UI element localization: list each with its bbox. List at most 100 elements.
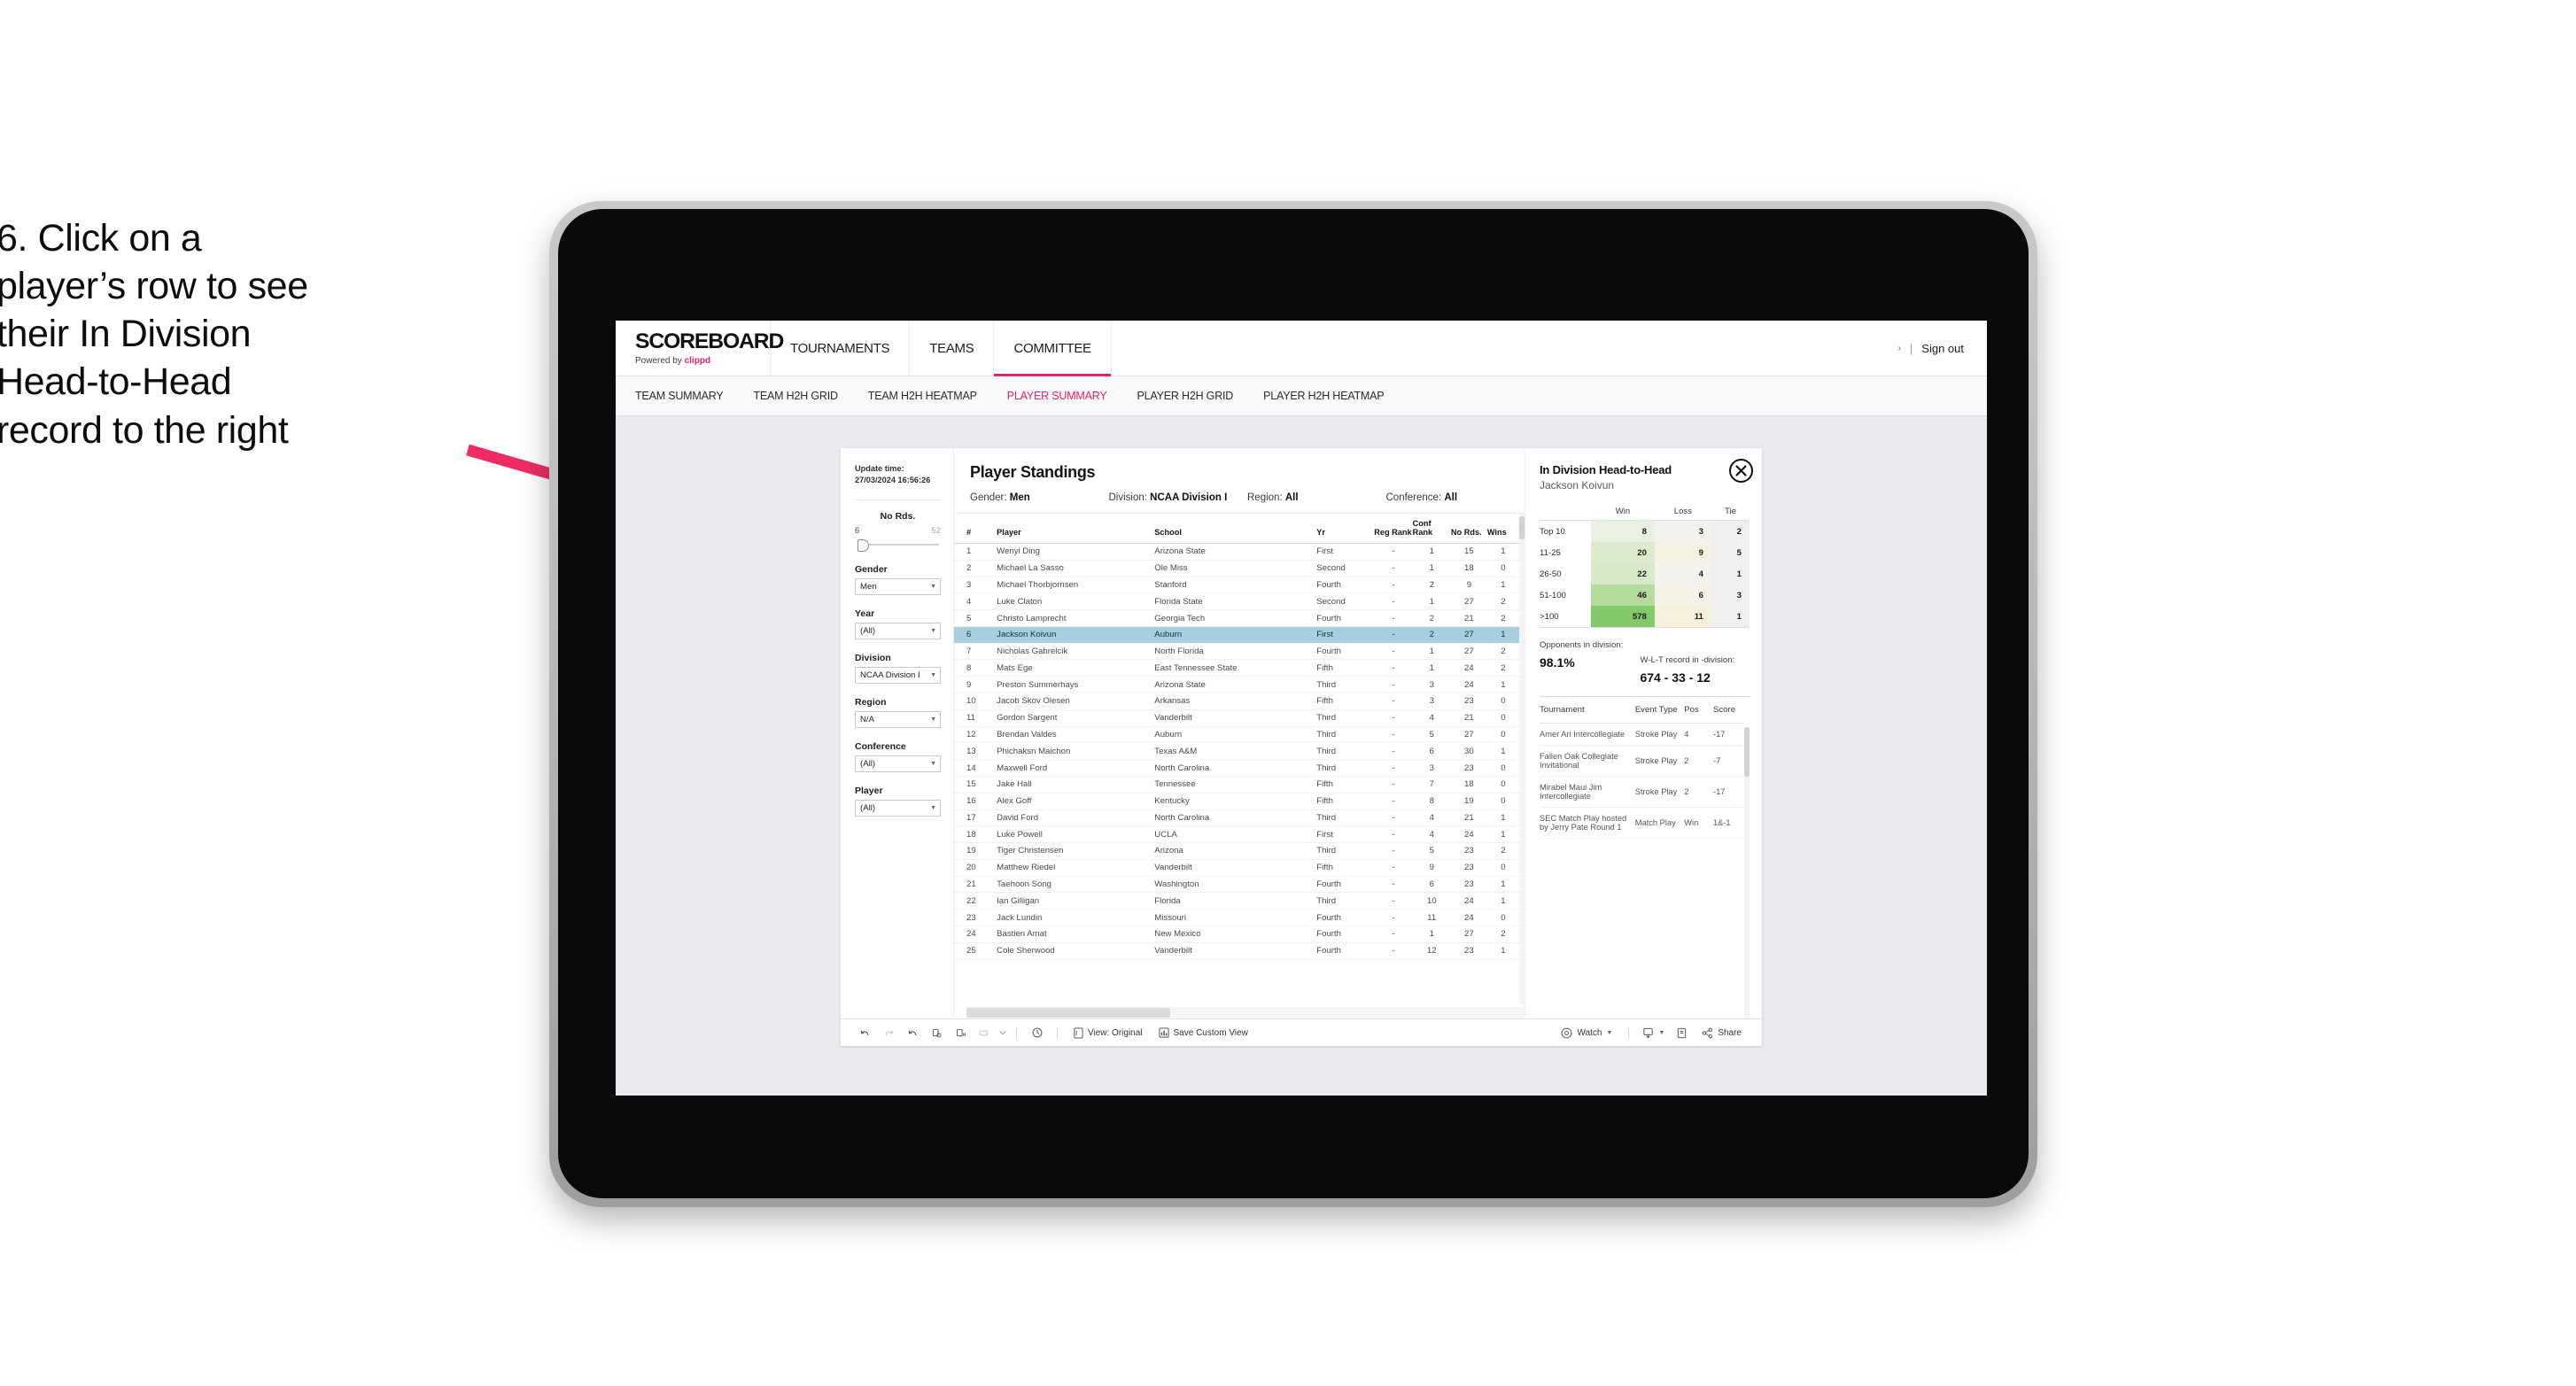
table-row[interactable]: 6 Jackson Koivun Auburn First -2 27 1 [954,626,1519,644]
no-rounds-label: No Rds. [880,510,916,522]
filter-player-select[interactable]: (All) ▼ [855,799,941,817]
save-custom-view-button[interactable]: Save Custom View [1151,1026,1256,1039]
table-row[interactable]: 9 Preston Summerhays Arizona State Third -3 2… [954,676,1519,694]
table-row[interactable]: 2 Michael La Sasso Ole Miss Second -1 18 0 [954,560,1519,577]
col-event-type: Event Type [1634,697,1685,724]
revert-icon[interactable] [901,1027,925,1039]
tab-player-h2h-heatmap[interactable]: PLAYER H2H HEATMAP [1263,390,1384,402]
share-button[interactable]: Share [1694,1027,1750,1039]
tournament-row[interactable]: SEC Match Play hosted by Jerry Pate Roun… [1540,807,1744,839]
pause-auto-update-icon[interactable] [949,1027,973,1039]
h2h-win-cell: 8 [1591,520,1655,542]
tournament-row[interactable]: Fallen Oak Collegiate Invitational Stroke… [1540,745,1744,777]
col-reg-rank[interactable]: Reg Rank [1374,514,1413,544]
school-cell: Kentucky [1154,793,1317,810]
table-row[interactable]: 3 Michael Thorbjornsen Stanford Fourth -2 9 1 [954,577,1519,594]
sign-out-button[interactable]: Sign out [1921,342,1964,355]
tab-team-summary[interactable]: TEAM SUMMARY [635,390,724,402]
scrollbar-thumb[interactable] [1744,727,1750,777]
toolbar-divider [1057,1026,1058,1039]
slider-handle[interactable] [857,538,869,552]
tab-player-summary[interactable]: PLAYER SUMMARY [1007,390,1107,402]
reg-rank-cell: - [1374,643,1413,661]
table-row[interactable]: 15 Jake Hall Tennessee Fifth -7 18 0 [954,776,1519,794]
pan-tool-icon[interactable] [973,1027,997,1039]
tournament-row[interactable]: Mirabel Maui Jim Intercollegiate Stroke P… [1540,776,1744,808]
col-rank[interactable]: # [954,514,997,544]
wins-cell: 2 [1486,842,1519,860]
close-icon[interactable] [1729,459,1753,483]
fullscreen-icon[interactable] [1670,1027,1694,1039]
table-row[interactable]: 23 Jack Lundin Missouri Fourth -11 24 0 [954,909,1519,926]
download-button[interactable]: ▼ [1637,1027,1670,1039]
table-row[interactable]: 21 Taehoon Song Washington Fourth -6 23 1 [954,876,1519,894]
undo-icon[interactable] [853,1027,877,1039]
no-rounds-cell: 18 [1450,560,1487,577]
col-no-rounds[interactable]: No Rds. [1450,514,1487,544]
tab-team-h2h-heatmap[interactable]: TEAM H2H HEATMAP [868,390,977,402]
table-row[interactable]: 5 Christo Lamprecht Georgia Tech Fourth -2 21… [954,609,1519,627]
table-row[interactable]: 1 Wenyi Ding Arizona State First -1 15 1 [954,543,1519,561]
table-row[interactable]: 24 Bastien Amat New Mexico Fourth -1 27 2 [954,925,1519,943]
player-cell: Wenyi Ding [997,543,1155,561]
filter-division-select[interactable]: NCAA Division I ▼ [855,666,941,684]
watch-button[interactable]: Watch ▼ [1553,1027,1620,1039]
conf-rank-cell: 2 [1412,626,1451,644]
table-row[interactable]: 4 Luke Claton Florida State Second -1 27 2 [954,592,1519,611]
tournament-scroll-area[interactable]: Tournament Event Type Pos Score Amer Ari… [1540,697,1744,1018]
refresh-icon[interactable] [925,1027,949,1039]
standings-scroll-area[interactable]: # Player School Yr Reg Rank Conf Rank No… [954,514,1519,1004]
table-row[interactable]: 17 David Ford North Carolina Third -4 21 1 [954,809,1519,827]
tab-player-h2h-grid[interactable]: PLAYER H2H GRID [1137,390,1234,402]
nav-tournaments[interactable]: TOURNAMENTS [771,321,911,376]
nav-committee[interactable]: COMMITTEE [994,321,1112,376]
h2h-bucket-label: 51-100 [1540,590,1566,600]
filter-gender-select[interactable]: Men ▼ [855,577,941,595]
wins-cell: 0 [1486,693,1519,710]
tab-team-h2h-grid[interactable]: TEAM H2H GRID [753,390,838,402]
history-icon[interactable] [1025,1026,1049,1039]
table-row[interactable]: 19 Tiger Christensen Arizona Third -5 23 2 [954,842,1519,860]
filter-region-select[interactable]: N/A ▼ [855,710,941,728]
tournament-scrollbar[interactable] [1744,727,1750,1018]
col-player[interactable]: Player [997,514,1155,544]
view-original-button[interactable]: View: Original [1066,1026,1151,1039]
position-cell: 2 [1684,745,1713,777]
table-row[interactable]: 7 Nicholas Gabrelcik North Florida Fourth -1… [954,643,1519,661]
account-area[interactable]: › | Sign out [1898,321,1987,376]
year-cell: Second [1316,592,1375,611]
filter-year-select[interactable]: (All) ▼ [855,622,941,639]
table-row[interactable]: 22 Ian Gilligan Florida Third -10 24 1 [954,892,1519,910]
opponents-in-division: Opponents in division: 98.1% [1540,640,1634,685]
table-row[interactable]: 25 Cole Sherwood Vanderbilt Fourth -12 23 1 [954,942,1519,960]
no-rounds-slider[interactable] [855,538,941,552]
col-wins[interactable]: Wins [1486,514,1519,544]
table-row[interactable]: 13 Phichaksn Maichon Texas A&M Third -6 30 1 [954,742,1519,761]
col-year[interactable]: Yr [1316,514,1375,544]
col-school[interactable]: School [1154,514,1317,544]
table-row[interactable]: 11 Gordon Sargent Vanderbilt Third -4 21 0 [954,709,1519,727]
sub-navigation: TEAM SUMMARY TEAM H2H GRID TEAM H2H HEAT… [616,376,1987,416]
table-row[interactable]: 10 Jacob Skov Olesen Arkansas Fifth -3 23 0 [954,693,1519,710]
meta-region: Region: All [1247,492,1386,503]
standings-horizontal-scrollbar[interactable] [966,1007,1525,1018]
table-row[interactable]: 14 Maxwell Ford North Carolina Third -3 23 0 [954,759,1519,777]
h2h-win-cell: 22 [1591,563,1655,585]
filter-conference-select[interactable]: (All) ▼ [855,755,941,772]
table-row[interactable]: 8 Mats Ege East Tennessee State Fifth -1 24 2 [954,659,1519,678]
table-row[interactable]: 20 Matthew Riedel Vanderbilt Fifth -9 23 0 [954,859,1519,877]
redo-icon[interactable] [877,1027,901,1039]
score-cell: -7 [1712,745,1744,777]
tournament-row[interactable]: Amer Ari Intercollegiate Stroke Play 4 -17 [1540,723,1744,746]
scrollbar-thumb[interactable] [966,1008,1170,1018]
wins-cell: 2 [1486,925,1519,943]
table-row[interactable]: 16 Alex Goff Kentucky Fifth -8 19 0 [954,793,1519,810]
tournament-body: Amer Ari Intercollegiate Stroke Play 4 -17 F… [1540,723,1744,839]
table-row[interactable]: 18 Luke Powell UCLA First -4 24 1 [954,825,1519,844]
chevron-down-icon: ▼ [1606,1029,1613,1036]
brand-logo[interactable]: SCOREBOARD Powered by clippd [616,321,784,376]
nav-teams[interactable]: TEAMS [910,321,995,376]
col-conf-rank[interactable]: Conf Rank [1412,514,1451,544]
chevron-down-icon[interactable] [997,1029,1008,1036]
table-row[interactable]: 12 Brendan Valdes Auburn Third -5 27 0 [954,726,1519,744]
